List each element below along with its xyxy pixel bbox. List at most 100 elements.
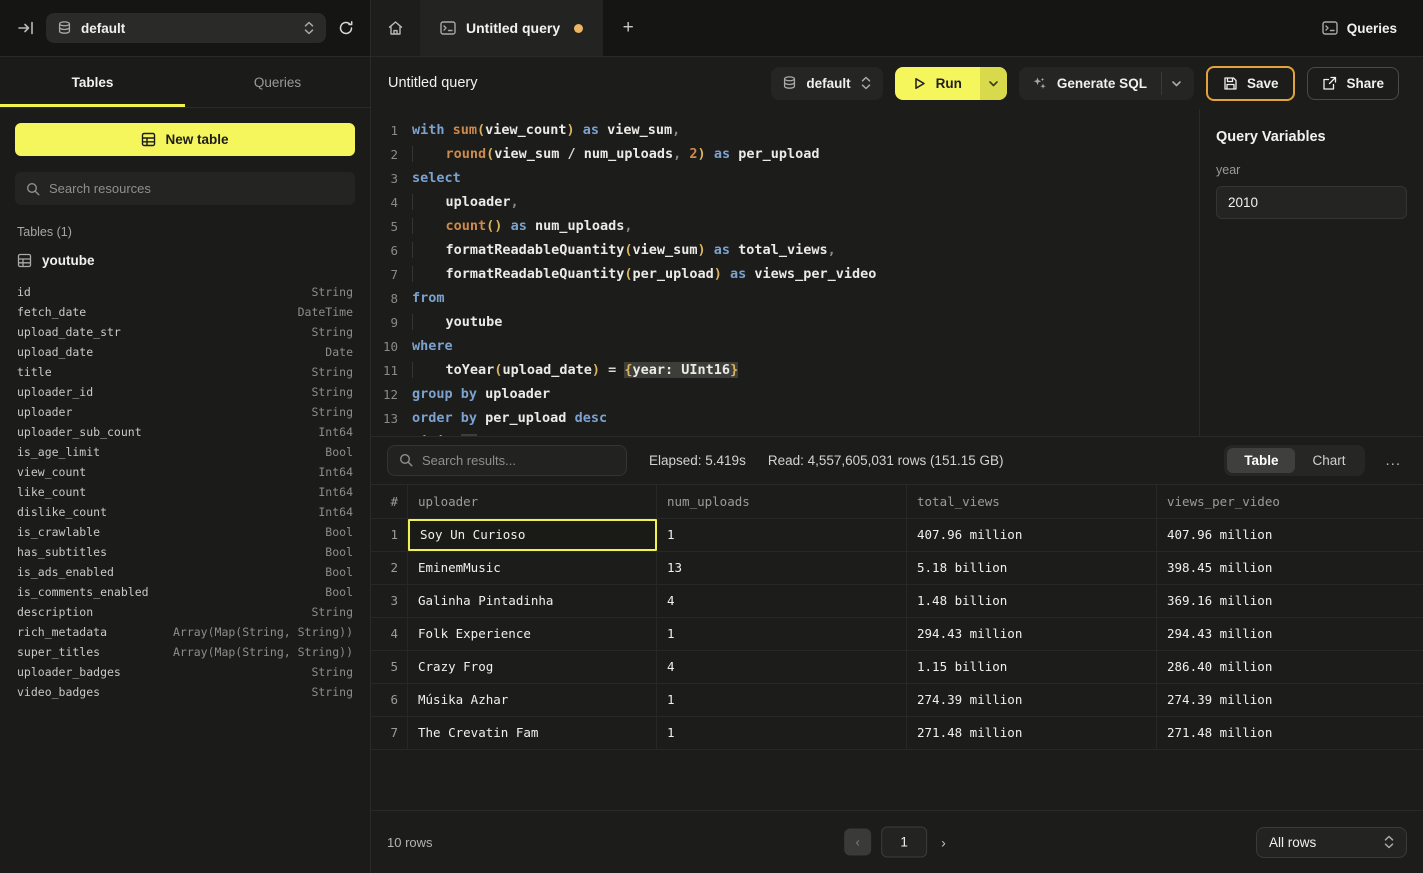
- new-table-button[interactable]: New table: [15, 123, 355, 156]
- run-button[interactable]: Run: [895, 67, 980, 100]
- column-header[interactable]: num_uploads: [657, 485, 907, 518]
- table-cell[interactable]: 407.96 million: [1157, 519, 1423, 551]
- next-page-button[interactable]: ›: [937, 830, 950, 854]
- share-icon: [1322, 76, 1337, 91]
- refresh-icon[interactable]: [338, 20, 354, 36]
- topbar-right: Queries: [1322, 0, 1423, 56]
- table-cell[interactable]: 1: [657, 618, 907, 650]
- column-row[interactable]: descriptionString: [17, 602, 353, 622]
- table-cell[interactable]: 274.39 million: [1157, 684, 1423, 716]
- column-type: Bool: [325, 525, 353, 539]
- save-button[interactable]: Save: [1206, 66, 1296, 101]
- sql-editor[interactable]: 1with sum(view_count) as view_sum,2 roun…: [371, 109, 1200, 436]
- column-type: String: [311, 665, 353, 679]
- table-cell[interactable]: The Crevatin Fam: [408, 717, 657, 749]
- view-toggle-table[interactable]: Table: [1227, 448, 1295, 473]
- column-row[interactable]: rich_metadataArray(Map(String, String)): [17, 622, 353, 642]
- column-row[interactable]: upload_date_strString: [17, 322, 353, 342]
- column-row[interactable]: has_subtitlesBool: [17, 542, 353, 562]
- column-row[interactable]: fetch_dateDateTime: [17, 302, 353, 322]
- table-cell[interactable]: 294.43 million: [1157, 618, 1423, 650]
- column-header[interactable]: total_views: [907, 485, 1157, 518]
- table-cell[interactable]: Soy Un Curioso: [408, 519, 657, 551]
- column-type: String: [311, 385, 353, 399]
- queries-button[interactable]: Queries: [1322, 21, 1397, 36]
- column-row[interactable]: like_countInt64: [17, 482, 353, 502]
- new-tab-button[interactable]: +: [603, 0, 653, 56]
- column-type: Array(Map(String, String)): [173, 645, 353, 659]
- table-cell[interactable]: 294.43 million: [907, 618, 1157, 650]
- tab-tables[interactable]: Tables: [0, 57, 185, 107]
- search-resources-placeholder: Search resources: [49, 181, 151, 196]
- column-row[interactable]: video_badgesString: [17, 682, 353, 702]
- tab-queries[interactable]: Queries: [185, 57, 370, 107]
- table-cell[interactable]: 4: [657, 651, 907, 683]
- table-cell[interactable]: 1.15 billion: [907, 651, 1157, 683]
- generate-sql-caret[interactable]: [1161, 72, 1188, 95]
- results-menu-icon[interactable]: ...: [1379, 448, 1407, 473]
- table-cell[interactable]: 271.48 million: [907, 717, 1157, 749]
- current-page-input[interactable]: 1: [881, 827, 927, 858]
- sidebar-item-youtube-table[interactable]: youtube: [0, 249, 370, 278]
- table-cell[interactable]: Crazy Frog: [408, 651, 657, 683]
- column-row[interactable]: is_crawlableBool: [17, 522, 353, 542]
- code-line: 7 formatReadableQuantity(per_upload) as …: [371, 262, 1199, 286]
- table-cell[interactable]: 407.96 million: [907, 519, 1157, 551]
- code-text: with sum(view_count) as view_sum,: [412, 122, 680, 138]
- column-row[interactable]: super_titlesArray(Map(String, String)): [17, 642, 353, 662]
- generate-sql-button[interactable]: Generate SQL: [1019, 67, 1194, 100]
- prev-page-button[interactable]: ‹: [844, 829, 871, 856]
- column-row[interactable]: upload_dateDate: [17, 342, 353, 362]
- table-cell[interactable]: 5.18 billion: [907, 552, 1157, 584]
- query-database-selector[interactable]: default: [771, 67, 882, 100]
- search-results-input[interactable]: Search results...: [387, 445, 627, 476]
- table-cell[interactable]: 286.40 million: [1157, 651, 1423, 683]
- home-tab[interactable]: [371, 0, 420, 56]
- column-row[interactable]: uploaderString: [17, 402, 353, 422]
- view-toggle-chart[interactable]: Chart: [1295, 448, 1362, 473]
- column-row[interactable]: uploader_sub_countInt64: [17, 422, 353, 442]
- column-row[interactable]: titleString: [17, 362, 353, 382]
- column-row[interactable]: is_ads_enabledBool: [17, 562, 353, 582]
- table-cell[interactable]: Folk Experience: [408, 618, 657, 650]
- table-cell[interactable]: 1.48 billion: [907, 585, 1157, 617]
- search-icon: [399, 453, 413, 467]
- page-size-selector[interactable]: All rows: [1256, 827, 1407, 858]
- variable-year-input[interactable]: [1216, 186, 1407, 219]
- table-cell[interactable]: 13: [657, 552, 907, 584]
- cell-value: 271.48 million: [917, 725, 1022, 740]
- column-header[interactable]: views_per_video: [1157, 485, 1423, 518]
- run-options-caret[interactable]: [980, 67, 1007, 100]
- column-row[interactable]: uploader_badgesString: [17, 662, 353, 682]
- column-row[interactable]: is_comments_enabledBool: [17, 582, 353, 602]
- column-row[interactable]: uploader_idString: [17, 382, 353, 402]
- table-cell[interactable]: 369.16 million: [1157, 585, 1423, 617]
- column-row[interactable]: dislike_countInt64: [17, 502, 353, 522]
- table-cell[interactable]: 271.48 million: [1157, 717, 1423, 749]
- table-cell[interactable]: 1: [657, 717, 907, 749]
- code-line: 14limit 10: [371, 430, 1199, 436]
- table-cell[interactable]: 1: [657, 684, 907, 716]
- table-cell[interactable]: EminemMusic: [408, 552, 657, 584]
- table-cell[interactable]: 274.39 million: [907, 684, 1157, 716]
- column-row[interactable]: idString: [17, 282, 353, 302]
- query-variables-title: Query Variables: [1216, 129, 1407, 145]
- collapse-sidebar-icon[interactable]: [18, 20, 34, 36]
- column-row[interactable]: view_countInt64: [17, 462, 353, 482]
- line-number: 13: [371, 411, 398, 426]
- share-button[interactable]: Share: [1307, 67, 1399, 100]
- tab-untitled-query[interactable]: Untitled query: [420, 0, 603, 56]
- table-cell[interactable]: 4: [657, 585, 907, 617]
- table-cell[interactable]: Galinha Pintadinha: [408, 585, 657, 617]
- table-cell[interactable]: Músika Azhar: [408, 684, 657, 716]
- database-selector[interactable]: default: [46, 13, 326, 43]
- sidebar-columns: idStringfetch_dateDateTimeupload_date_st…: [0, 278, 370, 706]
- column-row[interactable]: is_age_limitBool: [17, 442, 353, 462]
- cell-value: 1: [667, 626, 675, 641]
- column-header[interactable]: uploader: [408, 485, 657, 518]
- search-resources-input[interactable]: Search resources: [15, 172, 355, 205]
- table-cell[interactable]: 1: [657, 519, 907, 551]
- cell-value: 271.48 million: [1167, 725, 1272, 740]
- table-cell[interactable]: 398.45 million: [1157, 552, 1423, 584]
- column-header[interactable]: #: [371, 485, 408, 518]
